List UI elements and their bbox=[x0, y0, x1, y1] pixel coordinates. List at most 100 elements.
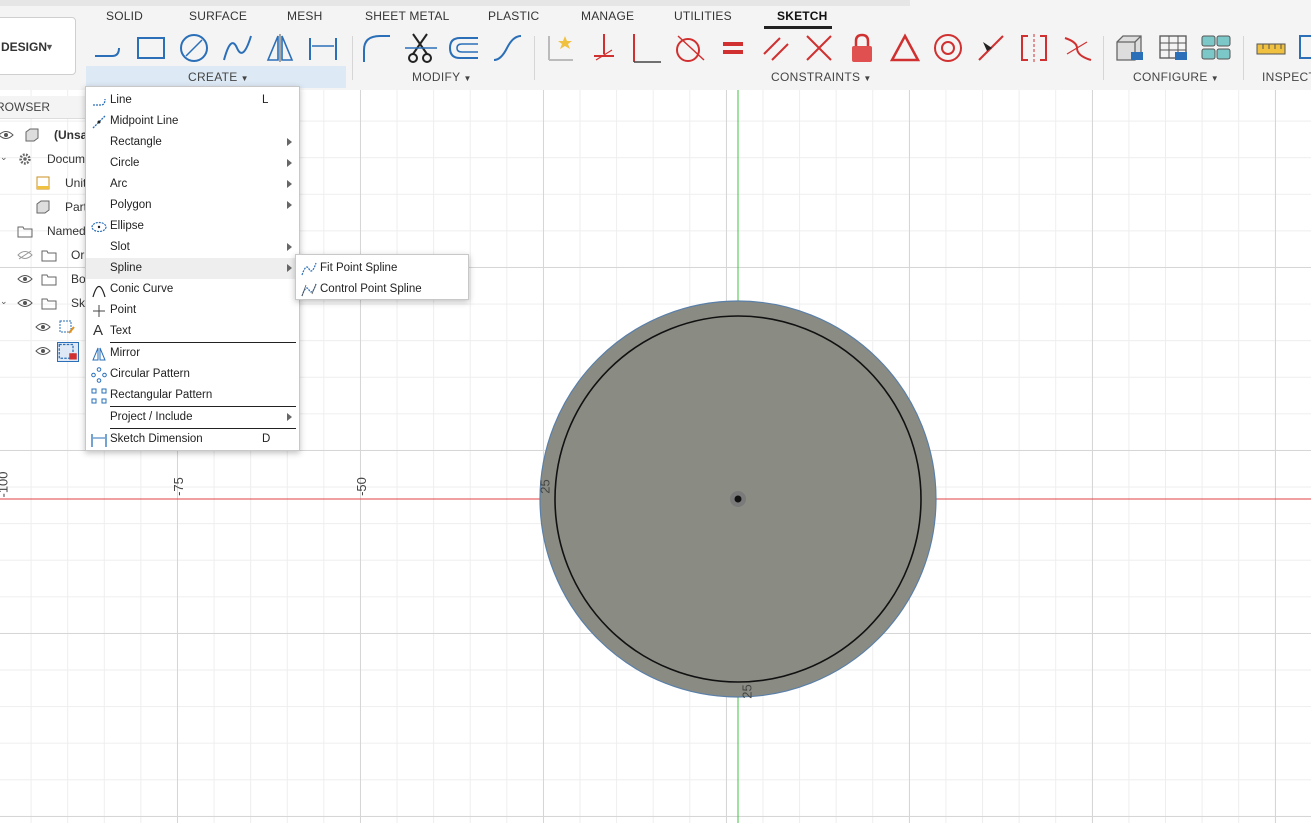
eye-hidden-icon[interactable] bbox=[17, 250, 33, 260]
tab-surface[interactable]: SURFACE bbox=[189, 9, 247, 23]
menu-item-label: Text bbox=[110, 325, 132, 337]
sketch-dimension-tool-icon[interactable] bbox=[307, 32, 339, 64]
browser-row-part[interactable]: Part bbox=[0, 196, 87, 218]
eye-icon[interactable] bbox=[17, 274, 33, 284]
browser-row-sketches[interactable]: ⌄ Sk bbox=[0, 292, 86, 314]
gear-icon bbox=[19, 153, 31, 165]
trim-scissors-icon[interactable] bbox=[405, 32, 437, 64]
parallel-constraint-icon[interactable] bbox=[760, 32, 792, 64]
coincident-x-constraint-icon[interactable] bbox=[803, 32, 835, 64]
line-tool-icon[interactable] bbox=[92, 32, 124, 64]
tab-mesh[interactable]: MESH bbox=[287, 9, 322, 23]
browser-origin-label: Or bbox=[71, 248, 85, 262]
eye-icon[interactable] bbox=[35, 346, 51, 356]
browser-row-sketch2[interactable] bbox=[0, 340, 86, 362]
menu-item-midpoint-line[interactable]: Midpoint Line bbox=[86, 111, 299, 132]
fix-constraint-icon[interactable] bbox=[545, 32, 577, 64]
modify-group-label: MODIFY bbox=[412, 70, 461, 84]
folder-icon bbox=[41, 274, 57, 286]
offset-tool-icon[interactable] bbox=[448, 32, 480, 64]
tab-utilities[interactable]: UTILITIES bbox=[674, 9, 732, 23]
menu-item-rectangular-pattern[interactable]: Rectangular Pattern bbox=[86, 385, 299, 406]
browser-document-label: Docum bbox=[47, 152, 86, 166]
create-group-dropdown[interactable]: CREATE ▼ bbox=[188, 70, 249, 84]
concentric-constraint-icon[interactable] bbox=[932, 32, 964, 64]
eye-icon[interactable] bbox=[35, 322, 51, 332]
chevron-down-icon: ⌄ bbox=[0, 296, 8, 306]
browser-bodies-label: Bo bbox=[71, 272, 86, 286]
change-parameters-icon[interactable] bbox=[1200, 32, 1232, 64]
menu-item-ellipse[interactable]: Ellipse bbox=[86, 216, 299, 237]
browser-row-named-views[interactable]: Named bbox=[0, 220, 86, 242]
browser-row-origin[interactable]: Or bbox=[0, 244, 86, 266]
submenu-arrow-icon bbox=[287, 243, 292, 251]
create-dropdown-menu: Line L Midpoint Line Rectangle Circle Ar… bbox=[85, 86, 300, 451]
menu-item-slot[interactable]: Slot bbox=[86, 237, 299, 258]
circular-pattern-icon bbox=[91, 367, 107, 383]
browser-row-root[interactable]: (Unsa bbox=[0, 124, 87, 146]
menu-item-project-include[interactable]: Project / Include bbox=[86, 407, 299, 428]
eye-icon[interactable] bbox=[17, 298, 33, 308]
menu-item-label: Project / Include bbox=[110, 411, 193, 423]
axis-label-neg50: -50 bbox=[353, 477, 369, 496]
fillet-tool-icon[interactable] bbox=[360, 32, 392, 64]
eye-icon[interactable] bbox=[0, 130, 14, 140]
menu-item-conic-curve[interactable]: Conic Curve bbox=[86, 279, 299, 300]
lock-icon[interactable] bbox=[846, 32, 878, 64]
menu-item-sketch-dimension[interactable]: Sketch Dimension D bbox=[86, 429, 299, 450]
tab-solid[interactable]: SOLID bbox=[106, 9, 143, 23]
rectangle-tool-icon[interactable] bbox=[135, 32, 167, 64]
menu-item-label: Ellipse bbox=[110, 220, 144, 232]
tangent-constraint-icon[interactable] bbox=[674, 32, 706, 64]
browser-row-sketch1[interactable] bbox=[0, 316, 86, 338]
triangle-constraint-icon[interactable] bbox=[889, 32, 921, 64]
extend-curve-icon[interactable] bbox=[491, 32, 523, 64]
line-icon bbox=[93, 98, 106, 106]
perpendicular-constraint-icon[interactable] bbox=[631, 32, 663, 64]
menu-item-point[interactable]: Point bbox=[86, 300, 299, 321]
mirror-tool-icon[interactable] bbox=[264, 32, 296, 64]
modify-group-dropdown[interactable]: MODIFY ▼ bbox=[412, 70, 472, 84]
mirror-icon bbox=[92, 347, 106, 361]
midpoint-constraint-icon[interactable] bbox=[975, 32, 1007, 64]
curvature-constraint-icon[interactable] bbox=[1061, 32, 1093, 64]
menu-item-mirror[interactable]: Mirror bbox=[86, 343, 299, 364]
equal-constraint-icon[interactable] bbox=[717, 32, 749, 64]
browser-row-bodies[interactable]: Bo bbox=[0, 268, 86, 290]
constraints-group-dropdown[interactable]: CONSTRAINTS ▼ bbox=[771, 70, 872, 84]
menu-item-circular-pattern[interactable]: Circular Pattern bbox=[86, 364, 299, 385]
menu-item-rectangle[interactable]: Rectangle bbox=[86, 132, 299, 153]
menu-item-circle[interactable]: Circle bbox=[86, 153, 299, 174]
tab-plastic[interactable]: PLASTIC bbox=[488, 9, 539, 23]
menu-item-label: Midpoint Line bbox=[110, 115, 179, 127]
menu-item-polygon[interactable]: Polygon bbox=[86, 195, 299, 216]
measure-ruler-icon[interactable] bbox=[1255, 32, 1287, 64]
tab-sketch[interactable]: SKETCH bbox=[777, 9, 828, 23]
menu-item-spline[interactable]: Spline bbox=[86, 258, 299, 279]
workspace-dropdown[interactable]: DESIGN ▼ bbox=[0, 17, 76, 75]
menu-item-label: Mirror bbox=[110, 347, 141, 359]
group-separator bbox=[1243, 36, 1244, 80]
inspect-group-label[interactable]: INSPECT bbox=[1262, 70, 1311, 84]
perpendicular-hatch-icon[interactable] bbox=[588, 32, 620, 64]
center-point[interactable] bbox=[734, 495, 742, 503]
table-config-icon[interactable] bbox=[1157, 32, 1189, 64]
symmetry-constraint-icon[interactable] bbox=[1018, 32, 1050, 64]
browser-row-document-settings[interactable]: ⌄ Docum bbox=[0, 148, 86, 170]
menu-item-control-point-spline[interactable]: Control Point Spline bbox=[296, 279, 468, 300]
browser-row-units[interactable]: Unit bbox=[0, 172, 86, 194]
component-icon bbox=[25, 128, 39, 142]
submenu-arrow-icon bbox=[287, 138, 292, 146]
spline-tool-icon[interactable] bbox=[221, 32, 253, 64]
circle-tool-icon[interactable] bbox=[178, 32, 210, 64]
configure-group-dropdown[interactable]: CONFIGURE ▼ bbox=[1133, 70, 1219, 84]
menu-item-text[interactable]: A Text bbox=[86, 321, 299, 342]
menu-item-line[interactable]: Line L bbox=[86, 90, 299, 111]
menu-item-fit-point-spline[interactable]: Fit Point Spline bbox=[296, 258, 468, 279]
inspect-section-icon[interactable] bbox=[1296, 32, 1311, 64]
tab-manage[interactable]: MANAGE bbox=[581, 9, 634, 23]
tab-sheet-metal[interactable]: SHEET METAL bbox=[365, 9, 449, 23]
parameters-box-icon[interactable] bbox=[1113, 32, 1145, 64]
menu-item-arc[interactable]: Arc bbox=[86, 174, 299, 195]
menu-item-label: Polygon bbox=[110, 199, 152, 211]
